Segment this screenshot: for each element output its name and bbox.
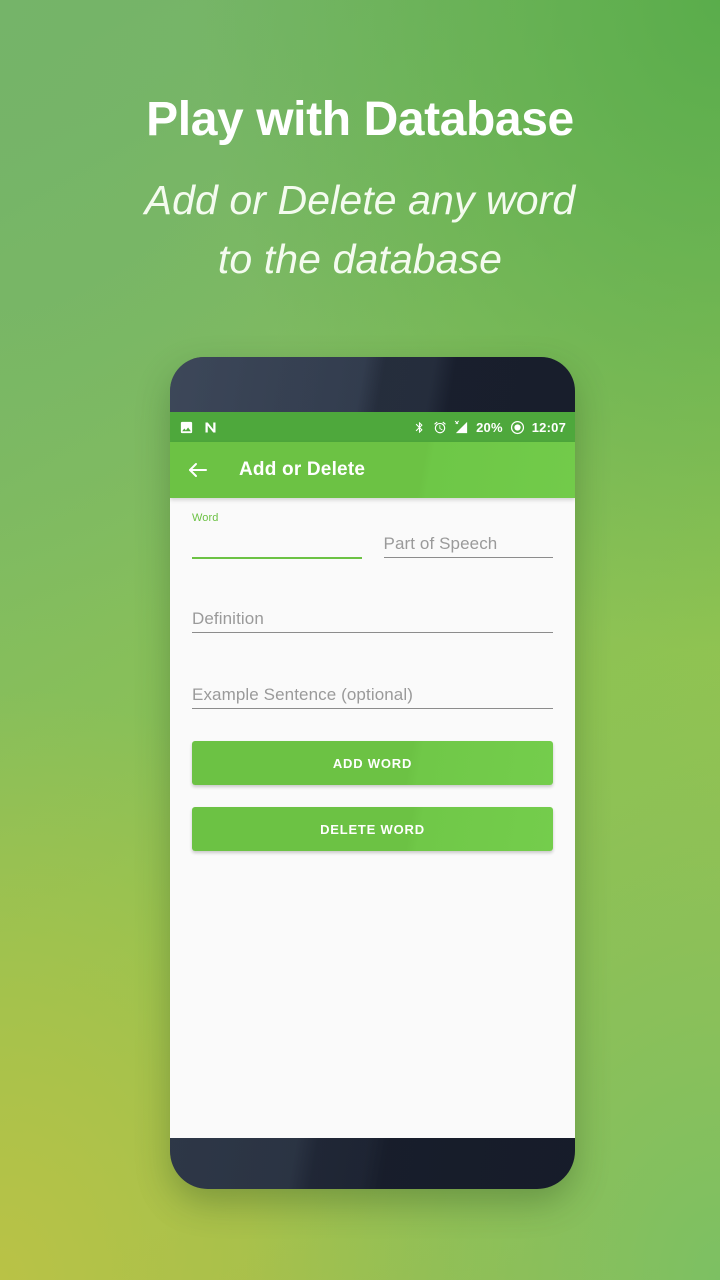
form-row-word-pos: Word Part of Speech bbox=[192, 512, 553, 559]
bezel-bottom-highlight bbox=[170, 1137, 575, 1189]
part-of-speech-field[interactable]: Part of Speech bbox=[383, 512, 554, 559]
status-bar-left-icons bbox=[179, 420, 218, 435]
example-sentence-field[interactable]: Example Sentence (optional) bbox=[192, 663, 553, 709]
form-spacer-2 bbox=[192, 633, 553, 663]
back-arrow-icon[interactable] bbox=[186, 458, 210, 482]
signal-no-service-icon bbox=[454, 420, 468, 433]
delete-word-button-wrap: DELETE WORD bbox=[192, 807, 553, 851]
promo-text-block: Play with Database Add or Delete any wor… bbox=[0, 0, 720, 289]
battery-icon bbox=[510, 420, 524, 434]
part-of-speech-input[interactable]: Part of Speech bbox=[384, 528, 554, 557]
status-bar-right-icons: 20% 12:07 bbox=[413, 420, 566, 435]
word-field[interactable]: Word bbox=[192, 512, 362, 559]
word-input[interactable] bbox=[192, 528, 362, 557]
promo-subtitle: Add or Delete any word to the database bbox=[144, 176, 576, 282]
example-sentence-input[interactable]: Example Sentence (optional) bbox=[192, 679, 553, 708]
form-spacer-1 bbox=[192, 559, 553, 587]
definition-field[interactable]: Definition bbox=[192, 587, 553, 633]
add-word-button[interactable]: ADD WORD bbox=[192, 741, 553, 785]
word-field-label: Word bbox=[192, 512, 219, 524]
add-word-button-wrap: ADD WORD bbox=[192, 741, 553, 785]
nova-n-icon bbox=[205, 422, 216, 432]
add-delete-form: Word Part of Speech Definition Example S… bbox=[170, 498, 575, 851]
definition-field-underline bbox=[192, 632, 553, 633]
example-sentence-field-underline bbox=[192, 708, 553, 709]
bluetooth-icon bbox=[415, 421, 423, 433]
page-title: Add or Delete bbox=[239, 459, 366, 480]
clock-label: 12:07 bbox=[531, 419, 566, 435]
image-icon bbox=[180, 421, 193, 433]
alarm-icon bbox=[434, 421, 446, 433]
promo-title: Play with Database bbox=[146, 93, 574, 146]
battery-percent-label: 20% bbox=[476, 419, 503, 435]
app-toolbar: Add or Delete bbox=[170, 442, 575, 498]
bezel-top-highlight bbox=[170, 357, 575, 415]
definition-input[interactable]: Definition bbox=[192, 603, 553, 632]
phone-screen: 20% 12:07 Add or Delete Word Part of Spe… bbox=[170, 412, 575, 1138]
delete-word-button[interactable]: DELETE WORD bbox=[192, 807, 553, 851]
word-field-underline bbox=[192, 557, 362, 559]
part-of-speech-field-underline bbox=[383, 557, 553, 558]
promo-screenshot: Play with Database Add or Delete any wor… bbox=[0, 0, 720, 1280]
phone-device-frame: 20% 12:07 Add or Delete Word Part of Spe… bbox=[170, 357, 575, 1189]
status-bar: 20% 12:07 bbox=[170, 412, 575, 442]
